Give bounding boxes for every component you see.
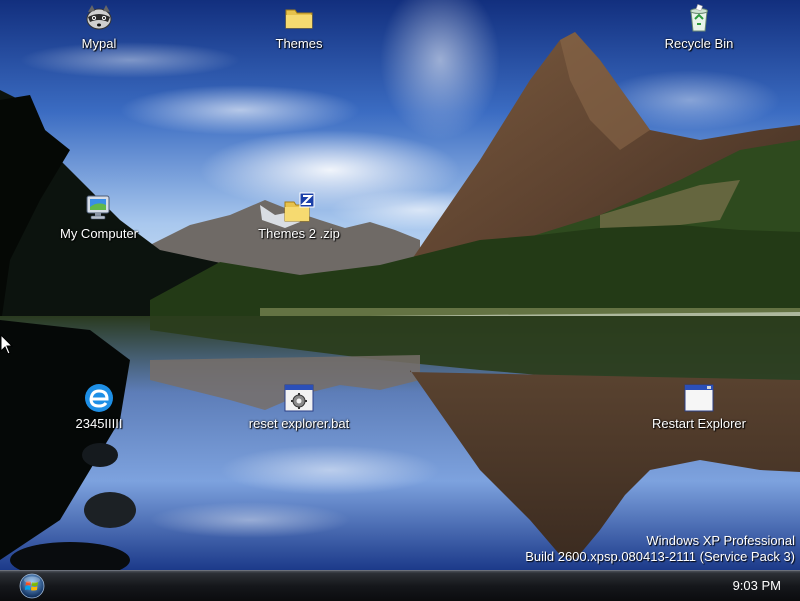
system-tray: 9:03 PM — [708, 571, 800, 601]
desktop-icon-themes[interactable]: Themes — [239, 2, 359, 52]
desktop-icon-label: Mypal — [81, 36, 117, 51]
desktop-icon-mypal[interactable]: Mypal — [39, 2, 159, 52]
clock[interactable]: 9:03 PM — [733, 578, 781, 594]
desktop-icon-themes-zip[interactable]: Themes 2 .zip — [239, 192, 359, 242]
mouse-pointer-icon — [0, 333, 14, 356]
recycle-bin-icon — [683, 2, 715, 34]
desktop-wallpaper[interactable] — [0, 0, 800, 570]
taskbar[interactable]: 9:03 PM — [0, 570, 800, 601]
desktop-icon-label: Restart Explorer — [652, 416, 746, 431]
ie-browser-icon — [83, 382, 115, 414]
desktop-icon-reset-explorer-bat[interactable]: reset explorer.bat — [239, 382, 359, 432]
desktop-icon-label: reset explorer.bat — [248, 416, 350, 431]
folder-icon — [283, 2, 315, 34]
desktop-icon-label: Recycle Bin — [664, 36, 734, 51]
desktop-icon-recycle-bin[interactable]: Recycle Bin — [639, 2, 759, 52]
desktop-icon-label: Themes — [275, 36, 323, 51]
raccoon-icon — [83, 2, 115, 34]
application-window-icon — [683, 382, 715, 414]
desktop-icon-2345[interactable]: 2345IIIII — [39, 382, 159, 432]
desktop-icon-my-computer[interactable]: My Computer — [39, 192, 159, 242]
windows-orb-icon — [19, 573, 45, 599]
start-button[interactable] — [16, 571, 48, 600]
desktop-icon-restart-explorer[interactable]: Restart Explorer — [639, 382, 759, 432]
my-computer-icon — [83, 192, 115, 224]
os-edition-text: Windows XP Professional — [646, 533, 795, 548]
desktop-icon-label: Themes 2 .zip — [258, 226, 340, 241]
os-version-watermark: Windows XP Professional Build 2600.xpsp.… — [525, 533, 795, 565]
desktop-icon-label: My Computer — [59, 226, 139, 241]
batch-file-icon — [283, 382, 315, 414]
zip-folder-icon — [283, 192, 315, 224]
os-build-text: Build 2600.xpsp.080413-2111 (Service Pac… — [525, 549, 795, 564]
desktop-icon-label: 2345IIIII — [75, 416, 123, 431]
